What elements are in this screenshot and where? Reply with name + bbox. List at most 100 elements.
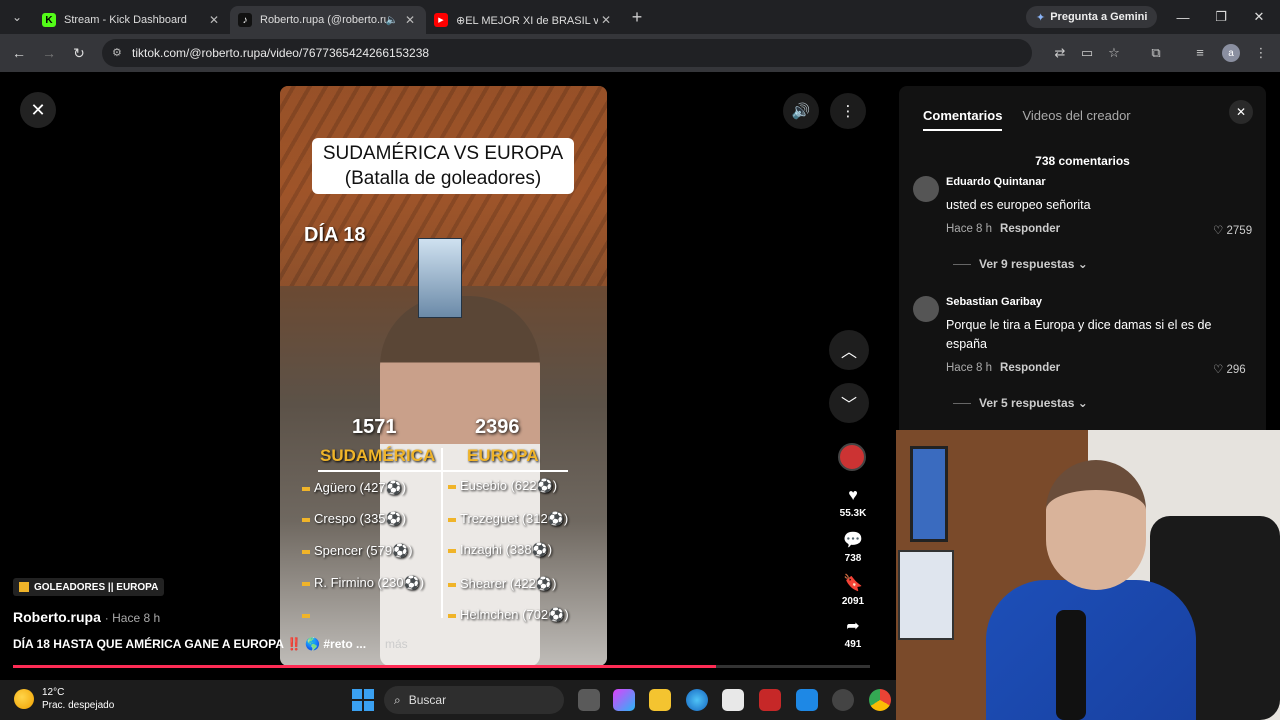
new-tab-button[interactable]: + <box>622 7 652 28</box>
player-left: R. Firmino (230⚽) <box>302 575 424 591</box>
video-caption: DÍA 18 HASTA QUE AMÉRICA GANE A EUROPA ‼… <box>13 637 408 651</box>
file-explorer-icon[interactable] <box>649 689 671 711</box>
commenter-avatar[interactable] <box>913 296 939 322</box>
gemini-button[interactable]: ✦ Pregunta a Gemini <box>1026 6 1158 28</box>
weather-icon <box>14 689 34 709</box>
tab-creator-videos[interactable]: Videos del creador <box>1022 108 1130 131</box>
volume-button[interactable]: 🔊 <box>783 93 819 129</box>
reply-button[interactable]: Responder <box>1000 362 1060 374</box>
heart-icon: ♡ <box>1213 225 1224 237</box>
cast-icon[interactable]: ▭ <box>1078 45 1096 61</box>
player-left <box>302 607 314 622</box>
url-text: tiktok.com/@roberto.rupa/video/767736542… <box>132 46 430 60</box>
comment-likes[interactable]: ♡ 2759 <box>1213 223 1252 237</box>
mcafee-icon[interactable] <box>759 689 781 711</box>
score-europa: 2396 <box>475 416 520 438</box>
translate-icon[interactable]: ⇄ <box>1051 45 1069 61</box>
comment-count-label: 738 comentarios <box>1035 154 1130 168</box>
windows-taskbar: 12°C Prac. despejado ⌕ Buscar <box>0 680 896 720</box>
windows-start-icon[interactable] <box>352 689 374 711</box>
chevron-down-icon: ﹀ <box>840 397 857 414</box>
obs-icon[interactable] <box>832 689 854 711</box>
more-button[interactable]: más <box>385 637 408 651</box>
gemini-label: Pregunta a Gemini <box>1050 11 1148 23</box>
microphone <box>1056 610 1086 720</box>
back-icon[interactable]: ← <box>4 45 34 61</box>
site-info-icon[interactable]: ⚙ <box>112 46 122 59</box>
reply-button[interactable]: Responder <box>1000 223 1060 235</box>
window-close-icon[interactable]: ✕ <box>1240 0 1278 34</box>
speaker-icon[interactable]: 🔈 <box>386 15 398 26</box>
view-replies-button[interactable]: Ver 9 respuestas ⌄ <box>953 257 1088 271</box>
tab-title: Stream - Kick Dashboard <box>64 14 187 26</box>
commenter-name[interactable]: Eduardo Quintanar <box>946 176 1046 188</box>
next-video-button[interactable]: ﹀ <box>829 383 869 423</box>
weather-widget[interactable]: 12°C Prac. despejado <box>14 686 114 712</box>
youtube-icon: ▶ <box>434 13 448 27</box>
browser-menu-icon[interactable]: ⋮ <box>1252 45 1270 61</box>
like-button[interactable]: ♥ 55.3K <box>832 487 874 519</box>
tab-title: Roberto.rupa (@roberto.rupa) <box>260 14 386 26</box>
close-icon: ✕ <box>30 99 46 120</box>
scoreboard-column-divider <box>441 448 443 618</box>
player-right: Eusebio (622⚽) <box>448 478 557 494</box>
creator-avatar[interactable] <box>838 443 866 471</box>
taskbar-search[interactable]: ⌕ Buscar <box>384 686 564 714</box>
player-left: Agüero (427⚽) <box>302 480 406 496</box>
tab-kick[interactable]: K Stream - Kick Dashboard ✕ <box>34 6 230 34</box>
view-replies-button[interactable]: Ver 5 respuestas ⌄ <box>953 396 1088 410</box>
player-right: Shearer (422⚽) <box>448 576 556 592</box>
playlist-badge[interactable]: GOLEADORES || EUROPA <box>13 578 165 596</box>
reload-icon[interactable]: ↻ <box>64 45 94 62</box>
task-view-icon[interactable] <box>578 689 600 711</box>
tab-search-icon[interactable]: ⌄ <box>0 0 34 34</box>
tab-title: ⊕EL MEJOR XI de BRASIL vs EL <box>456 14 598 27</box>
like-count: 55.3K <box>839 508 867 519</box>
comment-count: 738 <box>844 553 862 564</box>
tab-tiktok[interactable]: ♪ Roberto.rupa (@roberto.rupa) 🔈 ✕ <box>230 6 426 34</box>
forward-icon[interactable]: → <box>34 45 64 61</box>
more-options-button[interactable]: ⋮ <box>830 93 866 129</box>
player-right: Helmchen (702⚽) <box>448 607 569 623</box>
webcam-overlay <box>896 430 1280 720</box>
bookmark-star-icon[interactable]: ☆ <box>1105 45 1123 61</box>
edge-icon[interactable] <box>686 689 708 711</box>
video-title-box: SUDAMÉRICA VS EUROPA (Batalla de goleado… <box>312 138 574 194</box>
media-control-icon[interactable]: ≡ <box>1191 45 1209 60</box>
close-panel-button[interactable]: ✕ <box>1229 100 1253 124</box>
close-icon: ✕ <box>1235 105 1247 119</box>
video-progress-bar[interactable] <box>13 665 870 668</box>
save-count: 2091 <box>841 596 865 607</box>
share-button[interactable]: ➦ 491 <box>832 616 874 650</box>
video-title-line1: SUDAMÉRICA VS EUROPA <box>322 143 564 164</box>
tab-youtube[interactable]: ▶ ⊕EL MEJOR XI de BRASIL vs EL ✕ <box>426 6 622 34</box>
minimize-icon[interactable]: — <box>1164 0 1202 34</box>
comment-meta: Hace 8 h Responder <box>946 362 1061 374</box>
extensions-icon[interactable]: ⧉ <box>1147 45 1165 61</box>
store-icon[interactable] <box>722 689 744 711</box>
close-tab-icon[interactable]: ✕ <box>206 13 222 27</box>
chrome-icon[interactable] <box>869 689 891 711</box>
previous-video-button[interactable]: ︿ <box>829 330 869 370</box>
video-player[interactable]: SUDAMÉRICA VS EUROPA (Batalla de goleado… <box>280 86 607 666</box>
tab-comments[interactable]: Comentarios <box>923 108 1003 131</box>
mail-icon[interactable] <box>796 689 818 711</box>
comment-button[interactable]: 💬 738 <box>832 530 874 564</box>
comment-likes[interactable]: ♡ 296 <box>1213 362 1246 376</box>
url-field[interactable]: ⚙ tiktok.com/@roberto.rupa/video/7677365… <box>102 39 1032 67</box>
heart-icon: ♡ <box>1213 364 1224 376</box>
commenter-avatar[interactable] <box>913 176 939 202</box>
copilot-icon[interactable] <box>613 689 635 711</box>
close-video-button[interactable]: ✕ <box>20 92 56 128</box>
maximize-icon[interactable]: ❐ <box>1202 0 1240 34</box>
player-left: Spencer (579⚽) <box>302 543 413 559</box>
heart-icon: ♥ <box>848 487 858 504</box>
profile-avatar[interactable]: a <box>1222 44 1240 62</box>
team-europa: EUROPA <box>467 446 539 465</box>
close-tab-icon[interactable]: ✕ <box>402 13 418 27</box>
commenter-name[interactable]: Sebastian Garibay <box>946 296 1042 308</box>
video-title-line2: (Batalla de goleadores) <box>344 168 542 189</box>
save-button[interactable]: 🔖 2091 <box>832 573 874 607</box>
close-tab-icon[interactable]: ✕ <box>598 13 614 27</box>
author-line[interactable]: Roberto.rupa · Hace 8 h <box>13 609 160 625</box>
